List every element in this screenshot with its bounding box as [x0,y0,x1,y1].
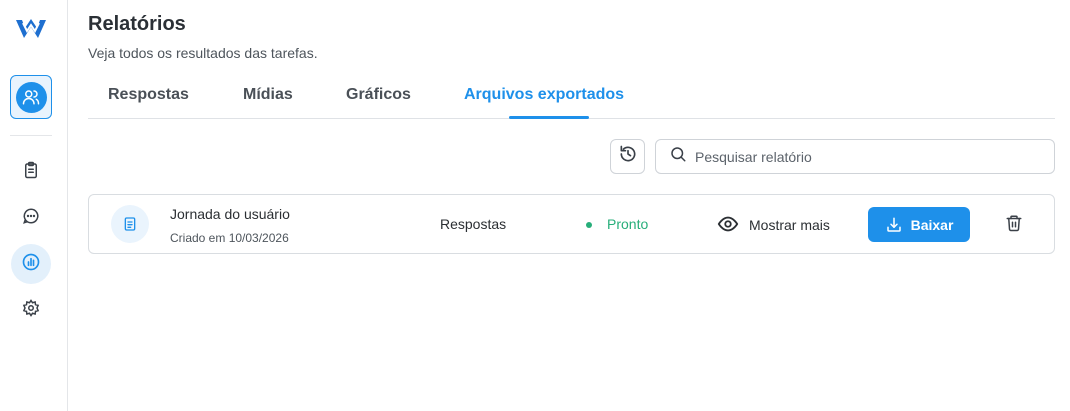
sidebar-item-tasks[interactable] [16,157,46,187]
page-subtitle: Veja todos os resultados das tarefas. [88,45,318,61]
report-type: Respostas [440,216,507,232]
tab-respostas[interactable]: Respostas [108,86,189,104]
active-tab-indicator [509,116,589,119]
report-row: Jornada do usuário Criado em 10/03/2026 … [88,194,1055,254]
refresh-button[interactable] [610,139,645,174]
download-label: Baixar [910,216,954,233]
tab-midias[interactable]: Mídias [243,86,293,104]
tab-arquivos-exportados[interactable]: Arquivos exportados [464,86,624,104]
eye-icon [717,213,739,238]
sidebar-item-settings[interactable] [16,295,46,325]
search-input[interactable] [695,148,1035,165]
logo[interactable] [14,14,48,44]
download-icon [886,217,901,232]
status-badge: Pronto [607,216,649,232]
search-icon [669,145,687,168]
gear-icon [22,298,40,322]
sidebar-item-messages[interactable] [16,203,46,233]
search-box [655,139,1055,174]
sidebar [0,0,68,411]
team-icon [15,81,47,113]
sidebar-divider [10,135,52,136]
status-dot [586,222,592,228]
download-button[interactable]: Baixar [868,207,970,242]
sidebar-item-reports[interactable] [11,244,51,284]
tab-graficos[interactable]: Gráficos [346,86,411,104]
tab-bar: Respostas Mídias Gráficos Arquivos expor… [88,80,1055,119]
team-button[interactable] [10,75,52,119]
page-title: Relatórios [88,13,186,35]
delete-button[interactable] [1003,214,1025,236]
refresh-icon [618,144,638,169]
report-created-date: Criado em 10/03/2026 [170,231,289,245]
trash-icon [1005,214,1023,237]
chart-icon [21,252,41,277]
clipboard-icon [22,161,40,184]
chat-icon [22,207,40,230]
show-more-button[interactable]: Mostrar mais [717,213,830,237]
document-icon [111,205,149,243]
show-more-label: Mostrar mais [749,217,830,233]
report-name: Jornada do usuário [170,206,290,222]
